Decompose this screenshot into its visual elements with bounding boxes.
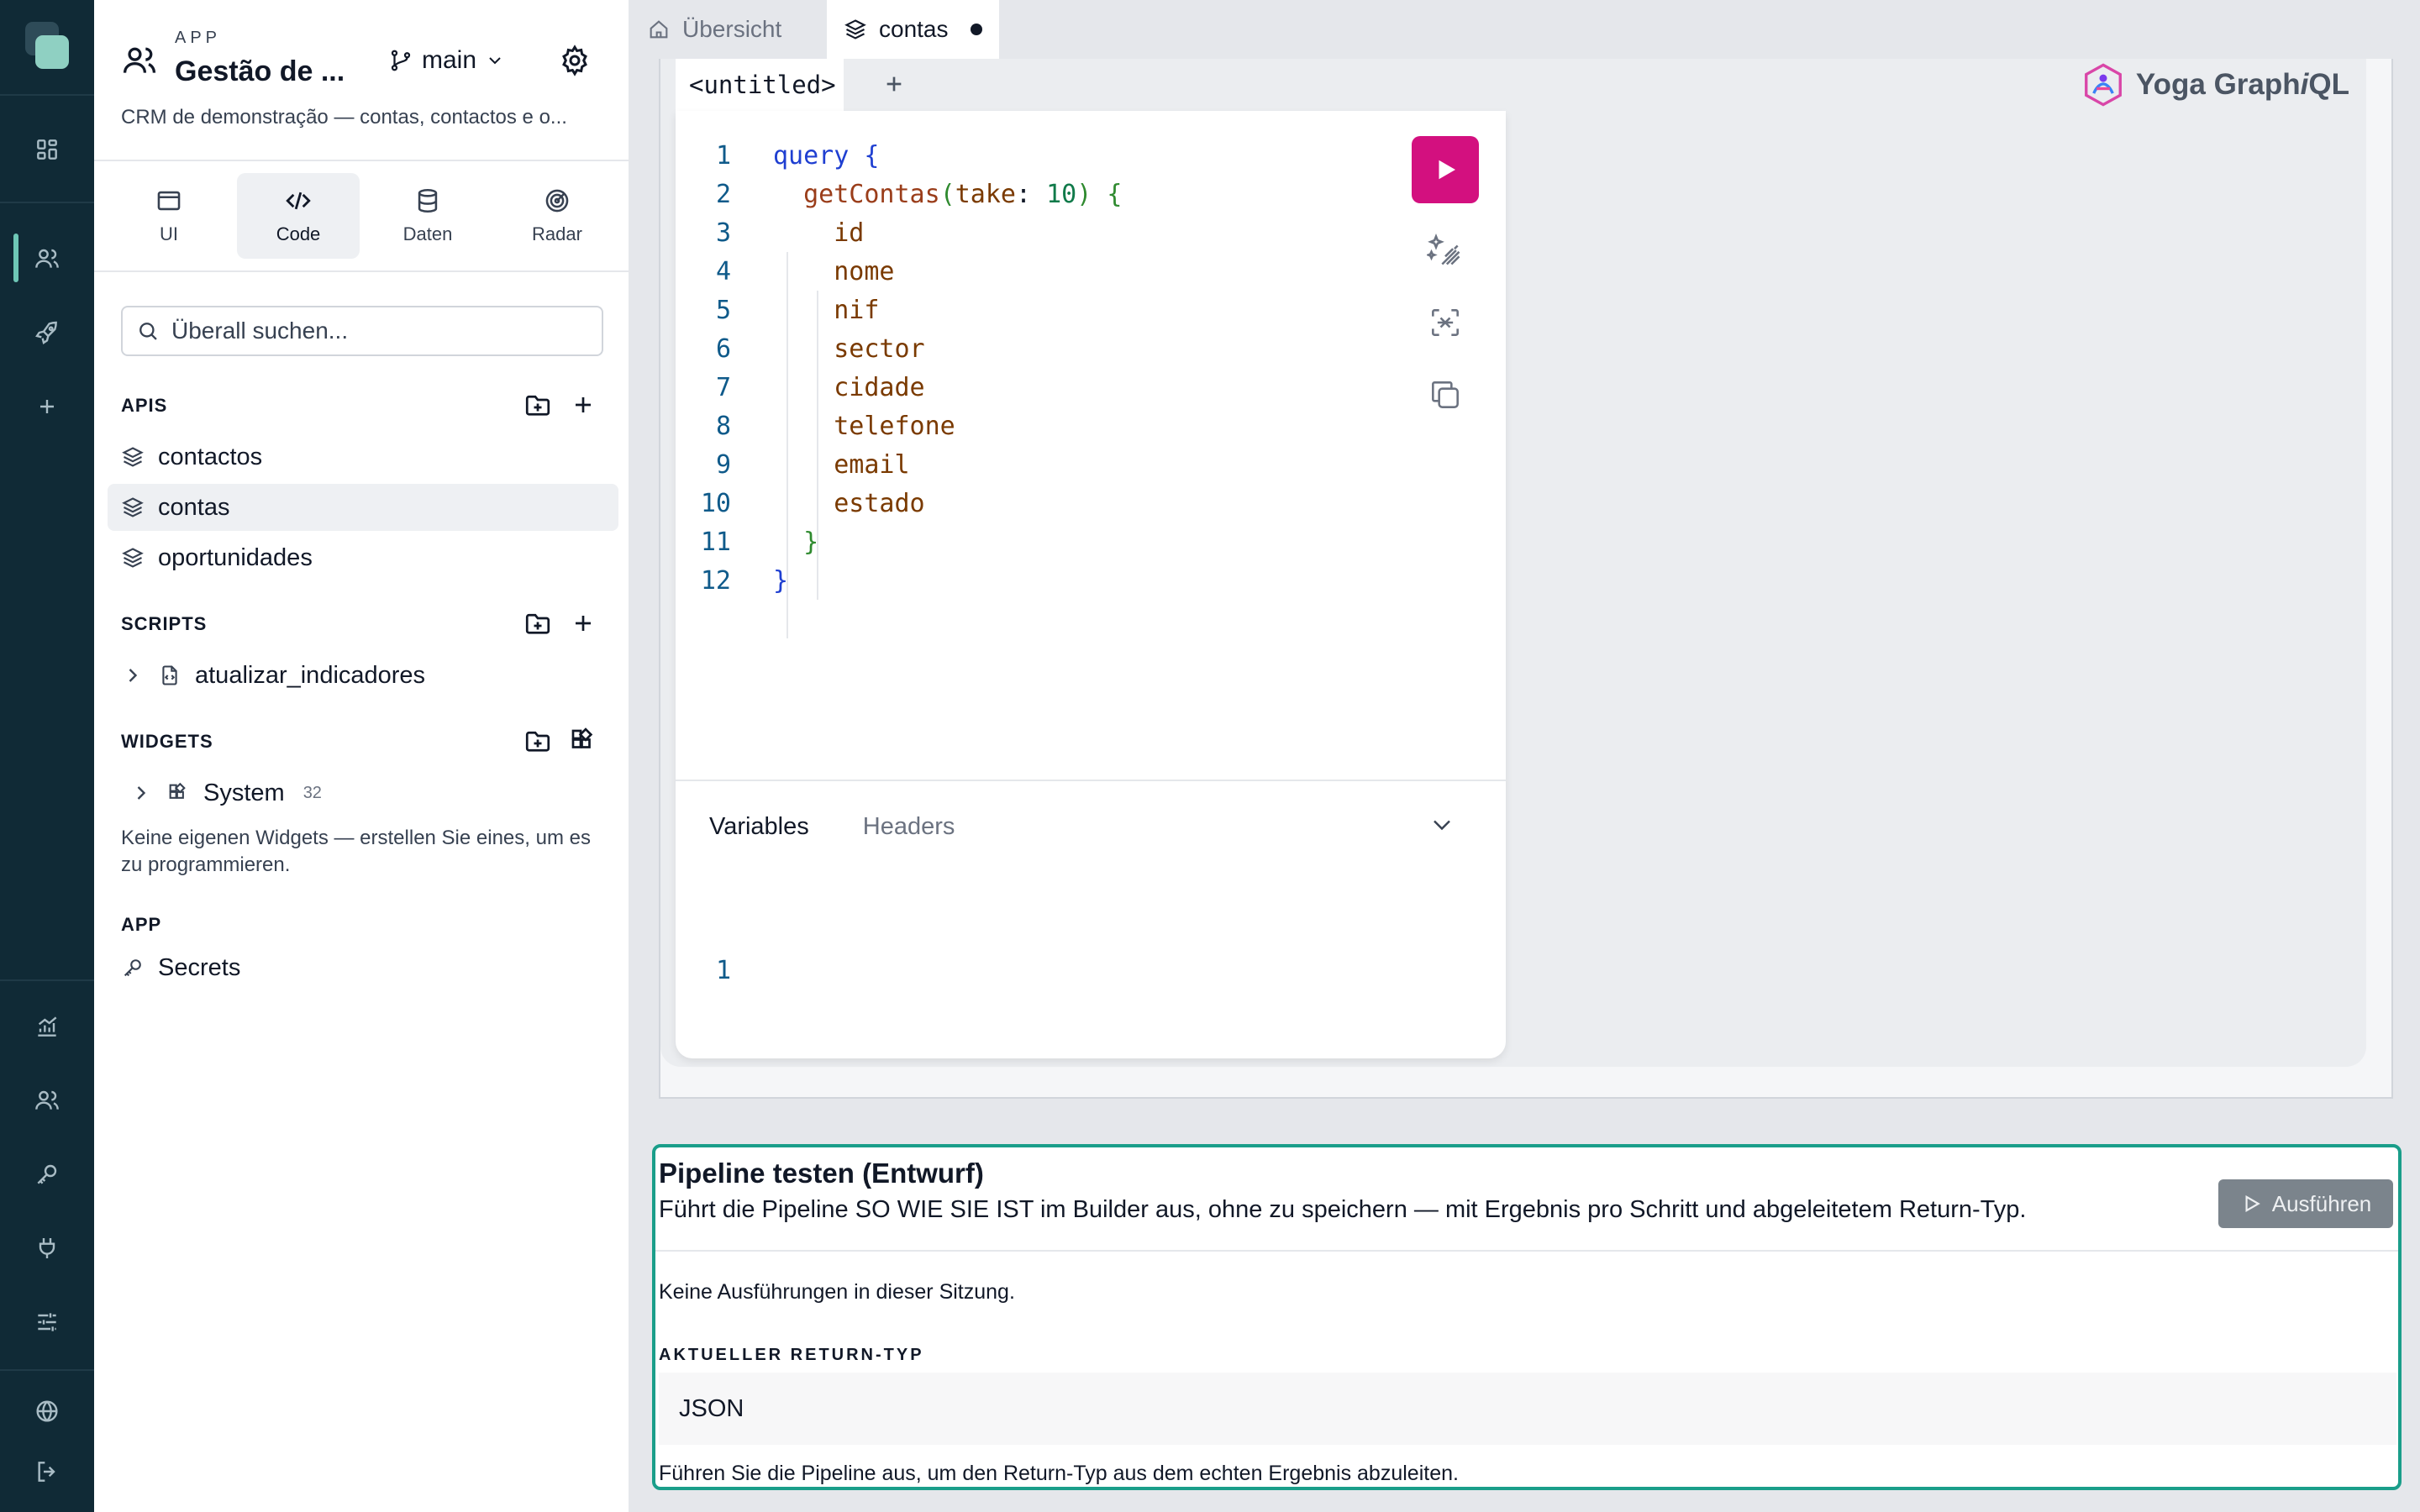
git-branch-icon — [388, 48, 413, 73]
tab-variables[interactable]: Variables — [709, 813, 809, 841]
widgets-empty-note: Keine eigenen Widgets — erstellen Sie ei… — [121, 827, 591, 876]
tab-headers[interactable]: Headers — [863, 813, 955, 841]
users-icon[interactable] — [29, 240, 66, 277]
key-icon[interactable] — [29, 1156, 66, 1193]
sidebar-item-secrets[interactable]: Secrets — [108, 944, 618, 991]
home-icon — [647, 18, 671, 41]
logout-icon[interactable] — [29, 1453, 66, 1490]
script-file-icon — [158, 664, 182, 687]
search-input[interactable] — [171, 318, 592, 344]
icon-rail — [0, 0, 94, 1512]
return-type-hint: Führen Sie die Pipeline aus, um den Retu… — [659, 1462, 1459, 1485]
section-scripts-title: SCRIPTS — [121, 613, 208, 634]
analytics-icon[interactable] — [29, 1008, 66, 1045]
variables-headers-tabs: Variables Headers — [709, 813, 955, 841]
app-description: CRM de demonstração — contas, contactos … — [121, 106, 567, 129]
new-folder-icon[interactable] — [523, 726, 553, 756]
sliders-icon[interactable] — [29, 1304, 66, 1341]
tab-uebersicht[interactable]: Übersicht — [630, 0, 798, 59]
query-code[interactable]: 1 query { 2 getContas(take: 10) { 3 id 4 … — [676, 136, 1415, 600]
mode-tab-radar[interactable]: Radar — [496, 173, 618, 259]
sidebar-item-contas[interactable]: contas — [108, 484, 618, 531]
team-icon[interactable] — [29, 1082, 66, 1119]
tab-contas[interactable]: contas — [827, 0, 999, 59]
widget-blocks-icon — [166, 781, 190, 805]
new-folder-icon[interactable] — [523, 608, 553, 638]
execute-query-button[interactable] — [1412, 136, 1479, 203]
globe-icon[interactable] — [29, 1393, 66, 1430]
no-runs-text: Keine Ausführungen in dieser Sitzung. — [659, 1280, 1015, 1304]
play-outline-icon — [2240, 1193, 2262, 1215]
branch-name: main — [422, 46, 477, 74]
sidebar-item-contactos[interactable]: contactos — [108, 433, 618, 480]
layers-icon — [121, 445, 145, 469]
add-icon[interactable] — [29, 388, 66, 425]
active-indicator — [13, 234, 18, 282]
chevron-right-icon[interactable] — [121, 664, 145, 687]
layers-icon — [121, 496, 145, 519]
variables-editor[interactable]: 1 — [676, 951, 731, 990]
branch-selector[interactable]: main — [388, 44, 505, 77]
run-pipeline-button[interactable]: Ausführen — [2218, 1179, 2393, 1228]
unsaved-indicator — [970, 24, 982, 35]
plug-icon[interactable] — [29, 1230, 66, 1267]
pipeline-test-panel: Pipeline testen (Entwurf) Führt die Pipe… — [652, 1144, 2402, 1490]
window-icon — [155, 186, 183, 215]
add-script-icon[interactable] — [568, 608, 598, 638]
mode-tab-code[interactable]: Code — [237, 173, 360, 259]
editor-tabs: Übersicht contas — [630, 0, 2420, 59]
dashboard-icon[interactable] — [29, 131, 66, 168]
database-icon — [413, 186, 442, 215]
new-folder-icon[interactable] — [523, 390, 553, 420]
global-search[interactable] — [121, 306, 603, 356]
chevron-down-icon[interactable] — [1427, 810, 1457, 840]
chevron-right-icon[interactable] — [129, 781, 153, 805]
layers-icon — [844, 18, 867, 41]
key-icon — [121, 956, 145, 979]
yoga-graphiql-logo: Yoga Graph i QL — [2081, 59, 2349, 111]
play-icon — [1430, 155, 1460, 185]
pipeline-description: Führt die Pipeline SO WIE SIE IST im Bui… — [659, 1196, 2027, 1223]
add-api-icon[interactable] — [568, 390, 598, 420]
section-apis-title: APIS — [121, 395, 168, 416]
chevron-down-icon — [485, 50, 505, 71]
add-tab-icon[interactable] — [877, 67, 911, 101]
settings-gear-icon[interactable] — [558, 44, 592, 77]
search-icon — [136, 319, 160, 343]
return-type-value: JSON — [659, 1373, 2396, 1445]
sidebar-item-atualizar-indicadores[interactable]: atualizar_indicadores — [108, 652, 618, 699]
pipeline-title: Pipeline testen (Entwurf) — [659, 1158, 984, 1189]
yoga-logo-icon — [2081, 62, 2126, 108]
mode-tabs: UI Code Daten Radar — [108, 173, 618, 259]
sidebar-item-oportunidades[interactable]: oportunidades — [108, 534, 618, 581]
main-area: Übersicht contas <untitled> Yoga Graph i Q… — [630, 0, 2420, 1512]
add-widget-icon[interactable] — [568, 726, 598, 756]
section-app-title: APP — [121, 914, 162, 935]
app-users-icon — [121, 42, 158, 79]
app-sidebar: APP Gestão de ... main CRM de demonstraç… — [94, 0, 630, 1512]
mode-tab-ui[interactable]: UI — [108, 173, 230, 259]
merge-fragments-icon[interactable] — [1427, 304, 1464, 341]
app-kicker: APP — [175, 29, 222, 47]
radar-icon — [543, 186, 571, 215]
app-title[interactable]: Gestão de ... — [175, 55, 345, 88]
code-icon — [284, 186, 313, 215]
prettify-sparkle-icon[interactable] — [1427, 232, 1464, 269]
sidebar-item-system[interactable]: System 32 — [108, 769, 618, 816]
system-count-badge: 32 — [302, 783, 322, 802]
graphiql-frame: <untitled> Yoga Graph i QL 1 query { 2 getC… — [659, 59, 2393, 1099]
mode-tab-daten[interactable]: Daten — [366, 173, 489, 259]
graphiql: <untitled> Yoga Graph i QL 1 query { 2 getC… — [660, 59, 2366, 1067]
copy-icon[interactable] — [1427, 376, 1464, 413]
layers-icon — [121, 546, 145, 570]
rocket-icon[interactable] — [29, 314, 66, 351]
section-widgets-title: WIDGETS — [121, 731, 213, 752]
return-type-label: AKTUELLER RETURN-TYP — [659, 1346, 924, 1364]
query-editor[interactable]: 1 query { 2 getContas(take: 10) { 3 id 4 … — [676, 111, 1506, 1058]
query-tab-untitled[interactable]: <untitled> — [676, 59, 844, 111]
app-logo[interactable] — [25, 22, 71, 71]
